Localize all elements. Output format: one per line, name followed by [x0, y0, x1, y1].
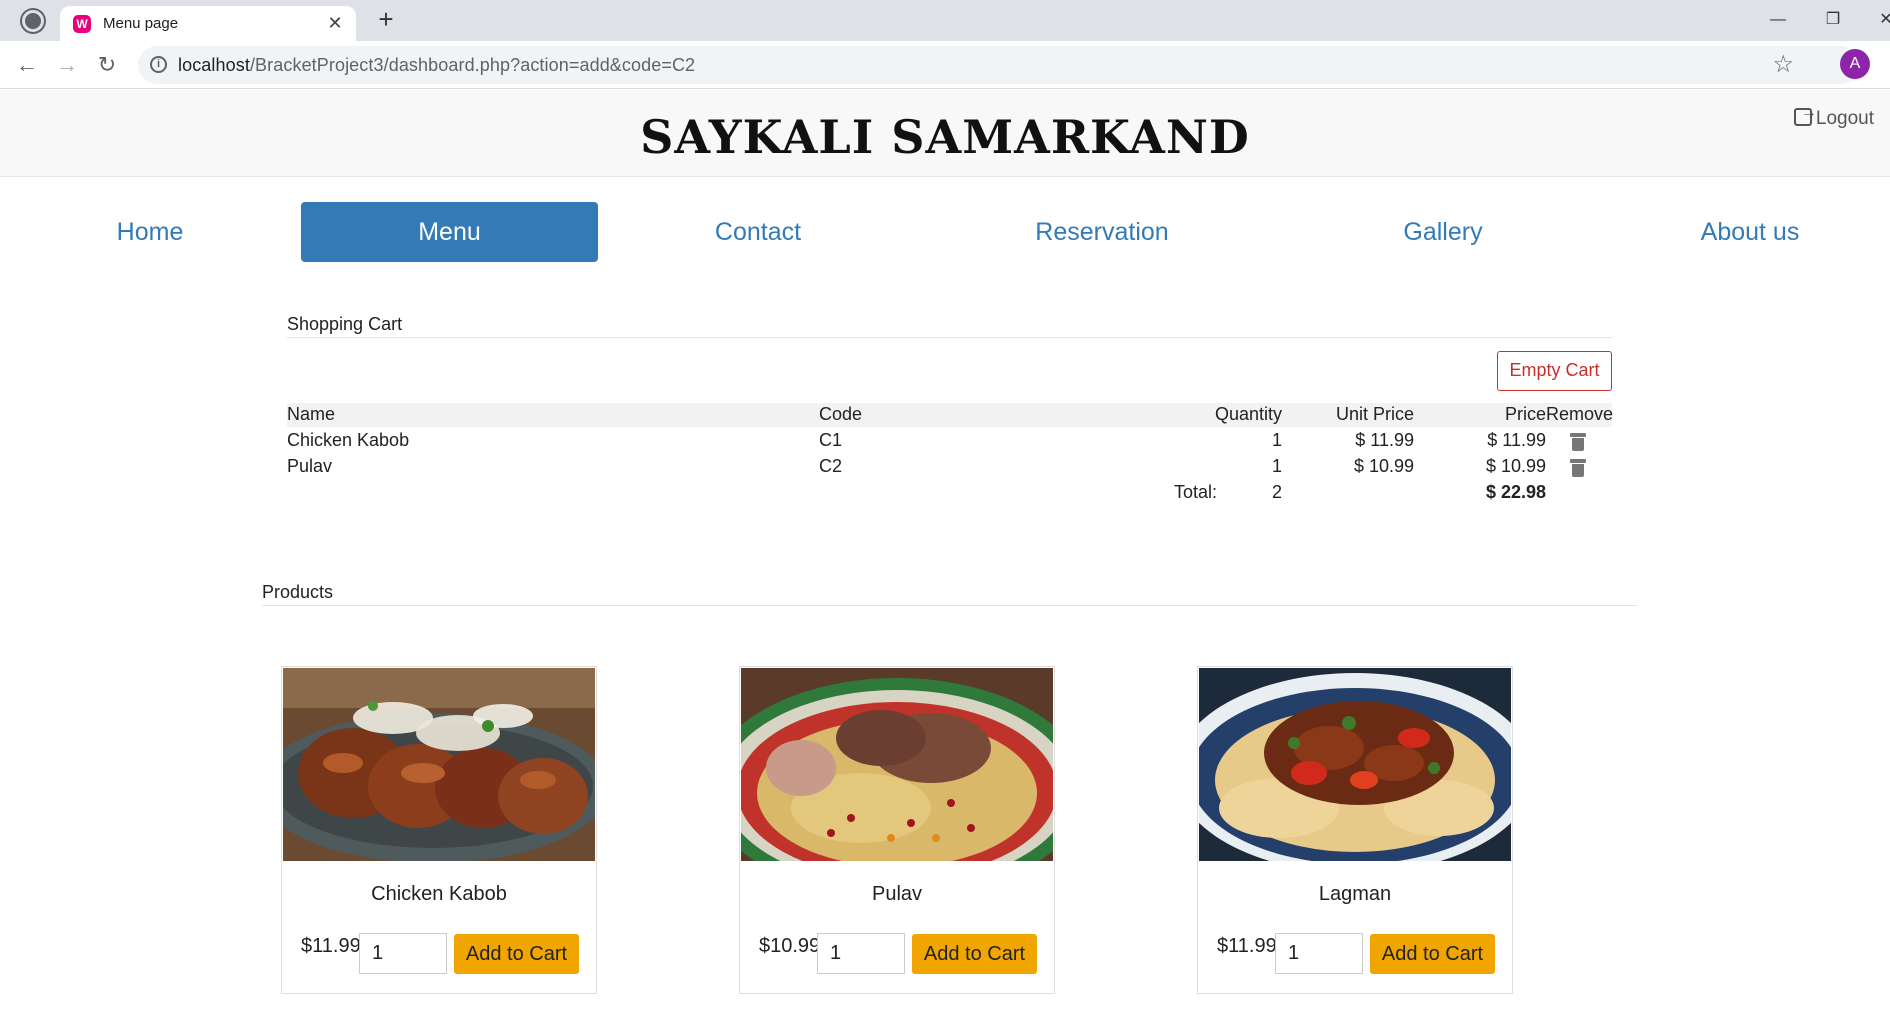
nav-home[interactable]: Home	[78, 202, 222, 262]
product-image-lagman	[1199, 668, 1511, 861]
browser-toolbar: ← → ↻ i localhost/BracketProject3/dashbo…	[0, 41, 1890, 89]
cart-row-name: Chicken Kabob	[287, 430, 410, 450]
nav-contact[interactable]: Contact	[680, 202, 836, 262]
tab-favicon-icon: W	[73, 15, 91, 33]
logout-icon	[1793, 104, 1817, 126]
cart-title: Shopping Cart	[287, 314, 403, 334]
col-price-header: Price	[1504, 404, 1546, 424]
logout-label: Logout	[1815, 108, 1874, 129]
add-to-cart-button[interactable]: Add to Cart	[912, 934, 1037, 974]
remove-item-trash-icon[interactable]	[1570, 459, 1586, 477]
tab-close-icon[interactable]: ✕	[324, 12, 346, 34]
cart-divider	[287, 337, 1612, 338]
product-quantity-input[interactable]	[817, 933, 905, 974]
nav-menu[interactable]: Menu	[301, 202, 598, 262]
add-to-cart-button[interactable]: Add to Cart	[454, 934, 579, 974]
col-quantity-header: Quantity	[1214, 404, 1282, 424]
nav-reservation[interactable]: Reservation	[1015, 202, 1189, 262]
site-header: SAYKALI SAMARKAND Logout	[0, 90, 1890, 177]
site-info-icon[interactable]: i	[150, 56, 167, 73]
nav-about-us[interactable]: About us	[1680, 202, 1820, 262]
col-unit-price-header: Unit Price	[1335, 404, 1414, 424]
product-image-chicken-kabob	[283, 668, 595, 861]
cart-total-price: $ 22.98	[1485, 482, 1546, 502]
product-quantity-input[interactable]	[1275, 933, 1363, 974]
cart-row-price: $ 10.99	[1485, 456, 1546, 476]
cart-row-unit-price: $ 11.99	[1355, 430, 1414, 450]
close-window-icon[interactable]: ✕	[1866, 4, 1890, 36]
products-title: Products	[262, 582, 334, 602]
nav-gallery[interactable]: Gallery	[1378, 202, 1508, 262]
tab-title: Menu page	[103, 15, 179, 32]
product-price: $11.99	[301, 935, 361, 957]
product-card: Chicken Kabob $11.99 Add to Cart	[281, 666, 597, 994]
product-name: Pulav	[871, 883, 923, 905]
bookmark-star-icon[interactable]: ☆	[1772, 50, 1794, 79]
cart-row-code: C1	[819, 430, 843, 450]
browser-tabstrip: W Menu page ✕ + — ❐ ✕	[0, 0, 1890, 41]
product-image-pulav	[741, 668, 1053, 861]
back-icon[interactable]: ←	[13, 51, 41, 79]
cart-row-code: C2	[819, 456, 843, 476]
product-price: $11.99	[1217, 935, 1277, 957]
restore-icon[interactable]: ❐	[1813, 4, 1853, 36]
product-quantity-input[interactable]	[359, 933, 447, 974]
products-divider	[262, 605, 1637, 606]
address-bar[interactable]: i localhost/BracketProject3/dashboard.ph…	[138, 46, 1870, 84]
col-code-header: Code	[819, 404, 863, 424]
new-tab-icon[interactable]: +	[372, 6, 400, 34]
browser-tab[interactable]: W Menu page ✕	[60, 6, 356, 41]
col-remove-header: Remove	[1546, 404, 1614, 424]
product-name: Lagman	[1318, 883, 1392, 905]
product-card: Lagman $11.99 Add to Cart	[1197, 666, 1513, 994]
product-card: Pulav $10.99 Add to Cart	[739, 666, 1055, 994]
add-to-cart-button[interactable]: Add to Cart	[1370, 934, 1495, 974]
logout-link[interactable]: Logout	[1793, 104, 1874, 130]
cart-row-name: Pulav	[287, 456, 333, 476]
minimize-icon[interactable]: —	[1758, 4, 1798, 36]
cart-row-quantity: 1	[1271, 456, 1282, 476]
remove-item-trash-icon[interactable]	[1570, 433, 1586, 451]
profile-avatar[interactable]: A	[1840, 49, 1870, 79]
empty-cart-button[interactable]: Empty Cart	[1497, 351, 1612, 391]
product-name: Chicken Kabob	[371, 883, 507, 905]
main-nav: Home Menu Contact Reservation Gallery Ab…	[0, 202, 1890, 262]
site-title: SAYKALI SAMARKAND	[640, 110, 1250, 164]
col-name-header: Name	[287, 404, 336, 424]
product-price: $10.99	[759, 935, 821, 957]
cart-row-price: $ 11.99	[1487, 430, 1546, 450]
cart-row-unit-price: $ 10.99	[1353, 456, 1414, 476]
forward-icon[interactable]: →	[53, 51, 81, 79]
cart-total-quantity: 2	[1271, 482, 1282, 502]
reload-icon[interactable]: ↻	[93, 51, 121, 79]
cart-row-quantity: 1	[1271, 430, 1282, 450]
browser-menu-icon[interactable]	[22, 10, 44, 32]
url-text: localhost/BracketProject3/dashboard.php?…	[178, 55, 696, 75]
